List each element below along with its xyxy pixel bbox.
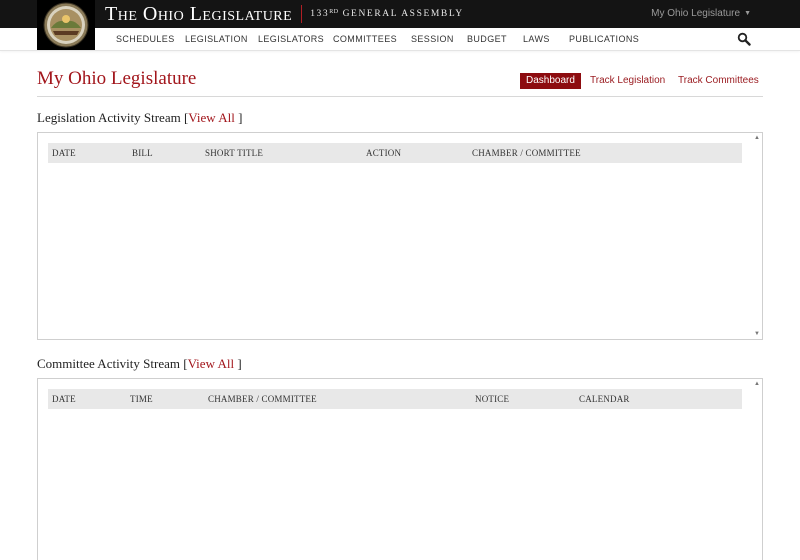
scroll-up-arrow[interactable]: ▲ xyxy=(754,135,760,141)
header-divider xyxy=(37,96,763,97)
page-title: My Ohio Legislature xyxy=(37,68,197,89)
nav-item-legislators[interactable]: LEGISLATORS xyxy=(258,34,324,44)
legislation-view-all-link[interactable]: View All xyxy=(188,110,235,125)
committee-stream-panel: DATE TIME CHAMBER / COMMITTEE NOTICE CAL… xyxy=(37,378,763,560)
caret-down-icon: ▼ xyxy=(744,10,751,17)
account-menu[interactable]: My Ohio Legislature ▼ xyxy=(651,8,751,19)
column-date[interactable]: DATE xyxy=(52,148,76,158)
scrollbar[interactable]: ▲ ▼ xyxy=(751,133,762,339)
legislation-stream-heading: Legislation Activity Stream [View All ] xyxy=(37,110,243,125)
search-icon[interactable] xyxy=(737,32,751,46)
logo[interactable] xyxy=(37,0,95,50)
nav-item-committees[interactable]: COMMITTEES xyxy=(333,34,397,44)
nav-item-legislation[interactable]: LEGISLATION xyxy=(185,34,248,44)
legislation-table-header: DATE BILL SHORT TITLE ACTION CHAMBER / C… xyxy=(48,143,742,163)
tab-track-legislation[interactable]: Track Legislation xyxy=(590,73,665,89)
brand-title: The Ohio Legislature xyxy=(105,2,293,25)
tab-track-committees[interactable]: Track Committees xyxy=(678,73,759,89)
column-date[interactable]: DATE xyxy=(52,394,76,404)
legislation-stream-title: Legislation Activity Stream xyxy=(37,110,181,125)
committee-stream-title: Committee Activity Stream xyxy=(37,356,180,371)
column-action[interactable]: ACTION xyxy=(366,148,401,158)
nav-item-schedules[interactable]: SCHEDULES xyxy=(116,34,175,44)
legislation-stream-panel: DATE BILL SHORT TITLE ACTION CHAMBER / C… xyxy=(37,132,763,340)
nav-item-session[interactable]: SESSION xyxy=(411,34,454,44)
committee-table-header: DATE TIME CHAMBER / COMMITTEE NOTICE CAL… xyxy=(48,389,742,409)
tab-dashboard[interactable]: Dashboard xyxy=(520,73,581,89)
column-notice[interactable]: NOTICE xyxy=(475,394,509,404)
general-assembly-label: 133RD GENERAL ASSEMBLY xyxy=(310,9,464,19)
nav-item-budget[interactable]: BUDGET xyxy=(467,34,507,44)
nav-item-laws[interactable]: LAWS xyxy=(523,34,550,44)
scrollbar[interactable]: ▲ xyxy=(751,379,762,560)
top-bar: The Ohio Legislature 133RD GENERAL ASSEM… xyxy=(0,0,800,28)
column-chamber-committee[interactable]: CHAMBER / COMMITTEE xyxy=(472,148,581,158)
committee-view-all-link[interactable]: View All xyxy=(188,356,235,371)
site-brand[interactable]: The Ohio Legislature 133RD GENERAL ASSEM… xyxy=(105,3,464,25)
committee-stream-heading: Committee Activity Stream [View All ] xyxy=(37,356,242,371)
column-calendar[interactable]: CALENDAR xyxy=(579,394,630,404)
scroll-down-arrow[interactable]: ▼ xyxy=(754,331,760,337)
ohio-seal-icon xyxy=(43,2,89,48)
column-time[interactable]: TIME xyxy=(130,394,153,404)
main-nav: SCHEDULES LEGISLATION LEGISLATORS COMMIT… xyxy=(0,28,800,51)
column-bill[interactable]: BILL xyxy=(132,148,153,158)
brand-divider xyxy=(301,5,303,23)
nav-item-publications[interactable]: PUBLICATIONS xyxy=(569,34,639,44)
scroll-up-arrow[interactable]: ▲ xyxy=(754,381,760,387)
column-short-title[interactable]: SHORT TITLE xyxy=(205,148,263,158)
account-label: My Ohio Legislature xyxy=(651,8,741,19)
column-chamber-committee[interactable]: CHAMBER / COMMITTEE xyxy=(208,394,317,404)
